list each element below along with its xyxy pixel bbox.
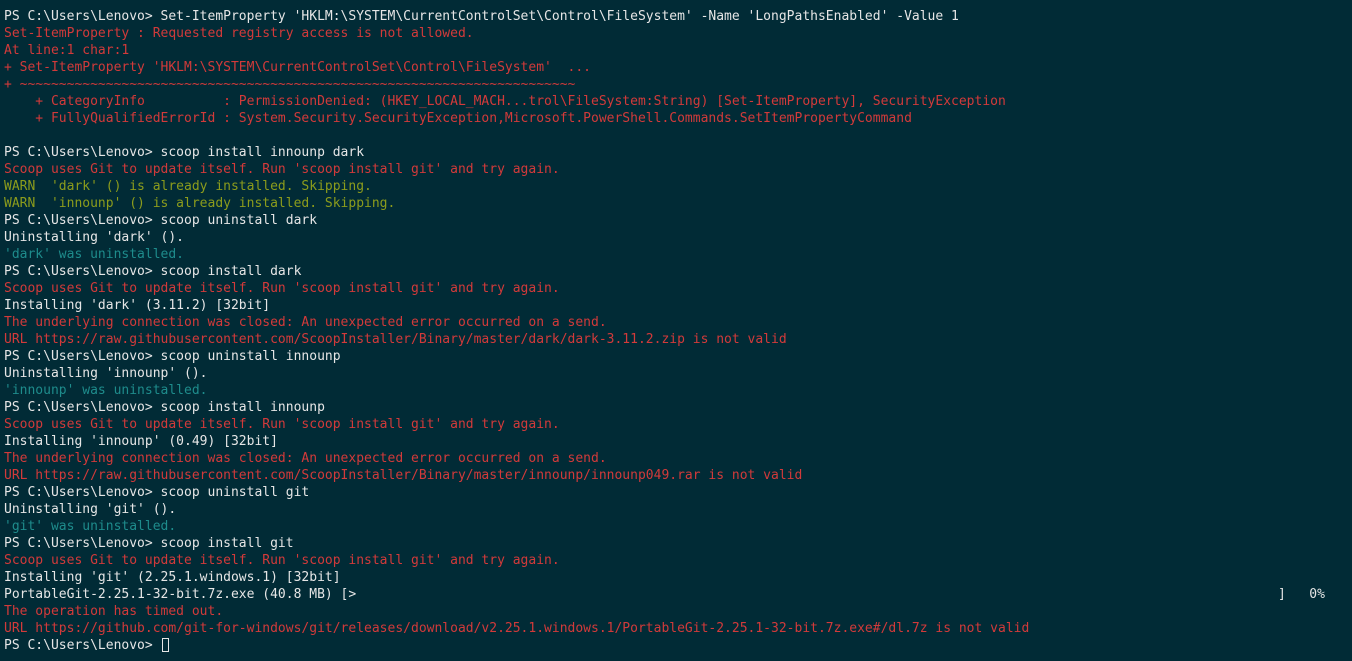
normal-output-line: PS C:\Users\Lenovo> scoop uninstall inno… xyxy=(4,348,1352,365)
normal-output-line: PS C:\Users\Lenovo> scoop install innoun… xyxy=(4,399,1352,416)
line-text: + Set-ItemProperty 'HKLM:\SYSTEM\Current… xyxy=(4,60,591,75)
normal-output-line: PS C:\Users\Lenovo> scoop uninstall dark xyxy=(4,212,1352,229)
error-output-line: + CategoryInfo : PermissionDenied: (HKEY… xyxy=(4,93,1352,110)
line-text: Installing 'git' (2.25.1.windows.1) [32b… xyxy=(4,570,341,585)
normal-output-line: PS C:\Users\Lenovo> Set-ItemProperty 'HK… xyxy=(4,8,1352,25)
line-text: + CategoryInfo : PermissionDenied: (HKEY… xyxy=(4,94,1006,109)
error-output-line: Scoop uses Git to update itself. Run 'sc… xyxy=(4,416,1352,433)
error-output-line: Scoop uses Git to update itself. Run 'sc… xyxy=(4,161,1352,178)
line-text: 'innounp' was uninstalled. xyxy=(4,383,208,398)
normal-output-line: PS C:\Users\Lenovo> scoop install innoun… xyxy=(4,144,1352,161)
line-text: PS C:\Users\Lenovo> scoop install git xyxy=(4,536,294,551)
normal-output-line: PS C:\Users\Lenovo> scoop install dark xyxy=(4,263,1352,280)
line-text: At line:1 char:1 xyxy=(4,43,130,58)
terminal-window[interactable]: PS C:\Users\Lenovo> Set-ItemProperty 'HK… xyxy=(0,0,1352,661)
line-text: Uninstalling 'dark' (). xyxy=(4,230,185,245)
line-text: Scoop uses Git to update itself. Run 'sc… xyxy=(4,162,560,177)
error-output-line: URL https://raw.githubusercontent.com/Sc… xyxy=(4,331,1352,348)
error-output-line: URL https://raw.githubusercontent.com/Sc… xyxy=(4,467,1352,484)
line-text: Uninstalling 'innounp' (). xyxy=(4,366,208,381)
error-output-line: The underlying connection was closed: An… xyxy=(4,314,1352,331)
line-text: The underlying connection was closed: An… xyxy=(4,315,607,330)
error-output-line: + FullyQualifiedErrorId : System.Securit… xyxy=(4,110,1352,127)
normal-output-line: Installing 'innounp' (0.49) [32bit] xyxy=(4,433,1352,450)
normal-output-line xyxy=(4,127,1352,144)
error-output-line: Set-ItemProperty : Requested registry ac… xyxy=(4,25,1352,42)
normal-output-line: PortableGit-2.25.1-32-bit.7z.exe (40.8 M… xyxy=(4,586,1352,603)
line-text: Scoop uses Git to update itself. Run 'sc… xyxy=(4,281,560,296)
line-text: Scoop uses Git to update itself. Run 'sc… xyxy=(4,553,560,568)
error-output-line: Scoop uses Git to update itself. Run 'sc… xyxy=(4,280,1352,297)
line-text: Uninstalling 'git' (). xyxy=(4,502,177,517)
error-output-line: The underlying connection was closed: An… xyxy=(4,450,1352,467)
error-output-line: + Set-ItemProperty 'HKLM:\SYSTEM\Current… xyxy=(4,59,1352,76)
error-output-line: At line:1 char:1 xyxy=(4,42,1352,59)
info-output-line: 'innounp' was uninstalled. xyxy=(4,382,1352,399)
line-text: WARN 'innounp' () is already installed. … xyxy=(4,196,396,211)
info-output-line: 'git' was uninstalled. xyxy=(4,518,1352,535)
error-output-line: The operation has timed out. xyxy=(4,603,1352,620)
line-text: PS C:\Users\Lenovo> Set-ItemProperty 'HK… xyxy=(4,9,959,24)
error-output-line: URL https://github.com/git-for-windows/g… xyxy=(4,620,1352,637)
warn-output-line: WARN 'dark' () is already installed. Ski… xyxy=(4,178,1352,195)
normal-output-line: PS C:\Users\Lenovo> scoop install git xyxy=(4,535,1352,552)
line-text: PS C:\Users\Lenovo> scoop uninstall git xyxy=(4,485,310,500)
normal-output-line: Uninstalling 'dark' (). xyxy=(4,229,1352,246)
line-text: The operation has timed out. xyxy=(4,604,224,619)
line-text: 'dark' was uninstalled. xyxy=(4,247,185,262)
download-progress-end: ] 0% xyxy=(1278,587,1325,602)
prompt-line: PS C:\Users\Lenovo> xyxy=(4,637,1352,654)
line-text: PortableGit-2.25.1-32-bit.7z.exe (40.8 M… xyxy=(4,587,357,602)
line-text: Installing 'innounp' (0.49) [32bit] xyxy=(4,434,278,449)
error-output-line: Scoop uses Git to update itself. Run 'sc… xyxy=(4,552,1352,569)
info-output-line: 'dark' was uninstalled. xyxy=(4,246,1352,263)
line-text: PS C:\Users\Lenovo> scoop install dark xyxy=(4,264,302,279)
line-text: WARN 'dark' () is already installed. Ski… xyxy=(4,179,372,194)
normal-output-line: Installing 'git' (2.25.1.windows.1) [32b… xyxy=(4,569,1352,586)
line-text: 'git' was uninstalled. xyxy=(4,519,177,534)
line-text: Set-ItemProperty : Requested registry ac… xyxy=(4,26,474,41)
line-text: PS C:\Users\Lenovo> scoop uninstall inno… xyxy=(4,349,341,364)
line-text: URL https://raw.githubusercontent.com/Sc… xyxy=(4,332,787,347)
line-text: + FullyQualifiedErrorId : System.Securit… xyxy=(4,111,912,126)
normal-output-line: PS C:\Users\Lenovo> scoop uninstall git xyxy=(4,484,1352,501)
normal-output-line: Installing 'dark' (3.11.2) [32bit] xyxy=(4,297,1352,314)
line-text: + ~~~~~~~~~~~~~~~~~~~~~~~~~~~~~~~~~~~~~~… xyxy=(4,77,576,92)
line-text: The underlying connection was closed: An… xyxy=(4,451,607,466)
line-text: Scoop uses Git to update itself. Run 'sc… xyxy=(4,417,560,432)
line-text: PS C:\Users\Lenovo> scoop install innoun… xyxy=(4,145,365,160)
block-cursor-icon[interactable] xyxy=(161,638,169,652)
error-output-line: + ~~~~~~~~~~~~~~~~~~~~~~~~~~~~~~~~~~~~~~… xyxy=(4,76,1352,93)
line-text: URL https://github.com/git-for-windows/g… xyxy=(4,621,1030,636)
line-text: Installing 'dark' (3.11.2) [32bit] xyxy=(4,298,271,313)
warn-output-line: WARN 'innounp' () is already installed. … xyxy=(4,195,1352,212)
normal-output-line: Uninstalling 'git' (). xyxy=(4,501,1352,518)
line-text: PS C:\Users\Lenovo> scoop install innoun… xyxy=(4,400,325,415)
prompt-text: PS C:\Users\Lenovo> xyxy=(4,638,161,653)
line-text: PS C:\Users\Lenovo> scoop uninstall dark xyxy=(4,213,318,228)
normal-output-line: Uninstalling 'innounp' (). xyxy=(4,365,1352,382)
line-text: URL https://raw.githubusercontent.com/Sc… xyxy=(4,468,803,483)
